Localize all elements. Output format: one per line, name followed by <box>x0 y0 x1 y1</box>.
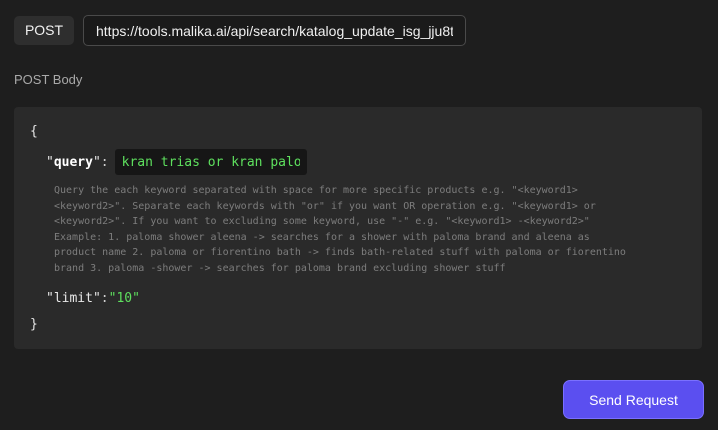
description-line: Example: 1. paloma shower aleena -> sear… <box>54 231 590 243</box>
description-line: <keyword2>". If you want to excluding so… <box>54 216 590 228</box>
query-param-row: "query": <box>46 149 307 175</box>
description-line: product name 2. paloma or fiorentino bat… <box>54 247 626 259</box>
limit-value[interactable]: "10" <box>109 291 140 306</box>
query-description: Query the each keyword separated with sp… <box>54 183 694 277</box>
http-method-badge[interactable]: POST <box>14 16 74 45</box>
json-body-panel: { "query": Query the each keyword separa… <box>14 107 702 349</box>
description-line: brand 3. paloma -shower -> searches for … <box>54 262 506 274</box>
limit-param-row: "limit":"10" <box>46 291 140 306</box>
query-colon: : <box>100 154 109 170</box>
json-close-brace: } <box>30 317 38 332</box>
query-key: "query" <box>46 154 101 170</box>
url-input[interactable] <box>83 15 466 46</box>
json-open-brace: { <box>30 124 38 139</box>
send-request-button[interactable]: Send Request <box>563 380 704 419</box>
description-line: Query the each keyword separated with sp… <box>54 185 578 196</box>
post-body-label: POST Body <box>14 72 83 87</box>
limit-colon: : <box>100 291 109 306</box>
limit-key: "limit" <box>46 291 101 306</box>
query-input[interactable] <box>114 149 307 175</box>
api-request-page: POST POST Body { "query": Query the each… <box>0 0 718 430</box>
description-line: <keyword2>". Separate each keywords with… <box>54 200 596 212</box>
